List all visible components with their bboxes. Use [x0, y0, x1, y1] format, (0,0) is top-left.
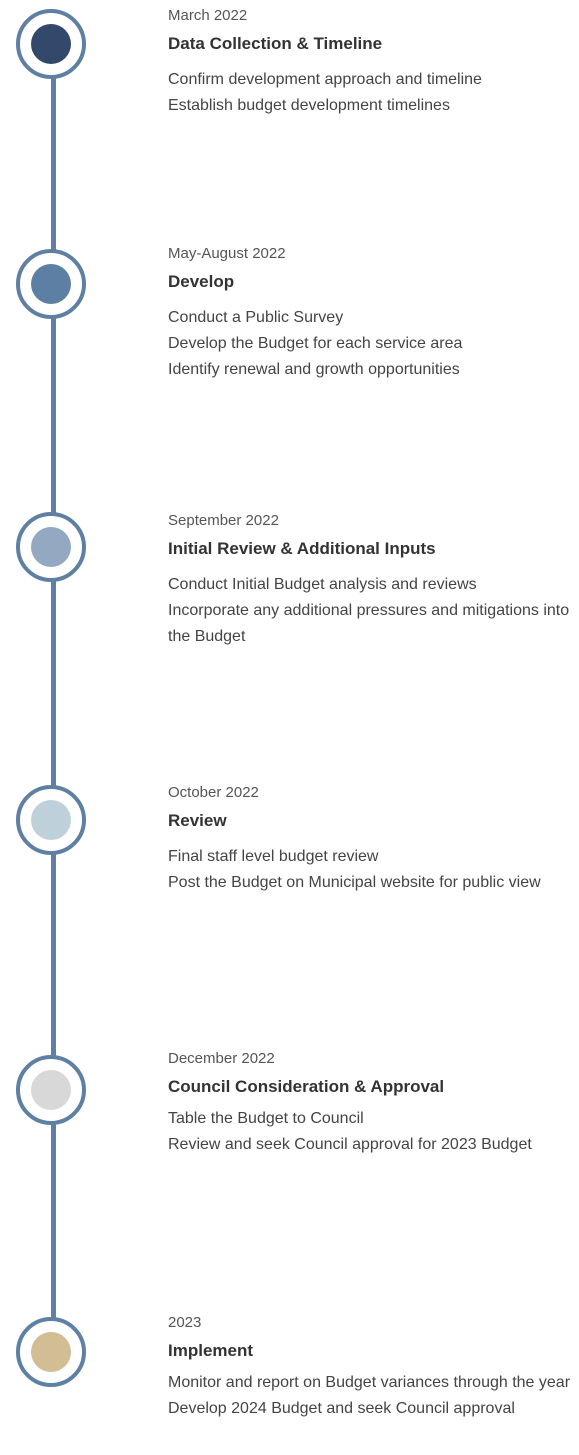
stage-item: Identify renewal and growth opportunitie… [168, 361, 460, 378]
timeline-marker [16, 1317, 86, 1387]
stage-item: Conduct Initial Budget analysis and revi… [168, 576, 477, 593]
timeline-marker-dot [31, 24, 71, 64]
timeline-marker [16, 249, 86, 319]
stage-item: Review and seek Council approval for 202… [168, 1136, 532, 1153]
stage-title: Implement [168, 1341, 254, 1360]
stage-item-list: Table the Budget to Council Review and s… [168, 1106, 573, 1158]
stage-item: Post the Budget on Municipal website for… [168, 874, 541, 891]
stage-date: September 2022 [168, 512, 279, 529]
stage-date: May-August 2022 [168, 245, 286, 262]
stage-title: Develop [168, 272, 235, 291]
stage-item: Establish budget development timelines [168, 97, 450, 114]
timeline-marker [16, 9, 86, 79]
stage-content: March 2022 Data Collection & Timeline Co… [168, 7, 573, 119]
stage-content: September 2022 Initial Review & Addition… [168, 512, 573, 650]
stage-item: Conduct a Public Survey [168, 309, 344, 326]
stage-content: May-August 2022 Develop Conduct a Public… [168, 245, 573, 383]
stage-date: 2023 [168, 1314, 202, 1331]
stage-item: Final staff level budget review [168, 848, 379, 865]
timeline-marker [16, 512, 86, 582]
stage-item-list: Confirm development approach and timelin… [168, 67, 573, 119]
stage-title: Review [168, 811, 227, 830]
stage-item: Develop the Budget for each service area [168, 335, 463, 352]
stage-item-list: Monitor and report on Budget variances t… [168, 1370, 573, 1422]
stage-date: October 2022 [168, 784, 259, 801]
stage-content: October 2022 Review Final staff level bu… [168, 784, 573, 896]
stage-item: Monitor and report on Budget variances t… [168, 1374, 571, 1391]
timeline-marker-dot [31, 800, 71, 840]
timeline-marker [16, 1055, 86, 1125]
stage-item-list: Conduct Initial Budget analysis and revi… [168, 572, 573, 650]
timeline-marker-dot [31, 1070, 71, 1110]
timeline-marker-dot [31, 264, 71, 304]
timeline-marker [16, 785, 86, 855]
timeline-marker-dot [31, 527, 71, 567]
stage-title: Initial Review & Additional Inputs [168, 539, 436, 558]
stage-content: 2023 Implement Monitor and report on Bud… [168, 1314, 573, 1422]
timeline-line [51, 40, 56, 1380]
stage-item: Table the Budget to Council [168, 1110, 364, 1127]
stage-content: December 2022 Council Consideration & Ap… [168, 1050, 573, 1158]
timeline-marker-dot [31, 1332, 71, 1372]
stage-item: Confirm development approach and timelin… [168, 71, 482, 88]
stage-date: March 2022 [168, 7, 248, 24]
stage-date: December 2022 [168, 1050, 275, 1067]
stage-title: Data Collection & Timeline [168, 34, 383, 53]
stage-item: Develop 2024 Budget and seek Council app… [168, 1400, 515, 1417]
stage-title: Council Consideration & Approval [168, 1077, 445, 1096]
stage-item: Incorporate any additional pressures and… [168, 602, 570, 645]
stage-item-list: Conduct a Public Survey Develop the Budg… [168, 305, 573, 383]
stage-item-list: Final staff level budget review Post the… [168, 844, 573, 896]
